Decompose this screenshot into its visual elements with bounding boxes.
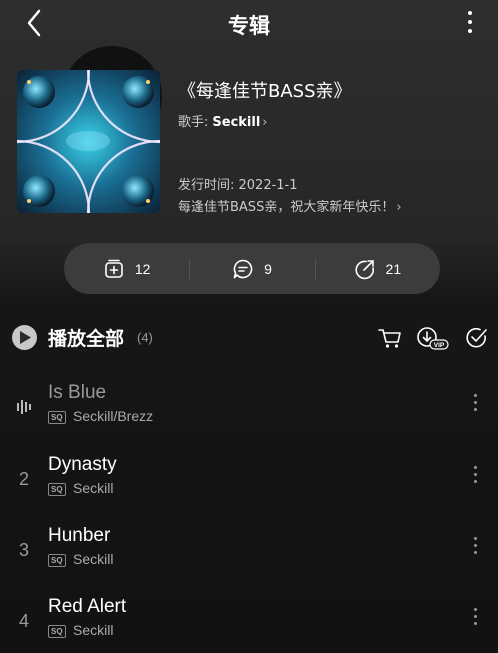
song-title: Red Alert	[48, 596, 127, 617]
cart-button[interactable]	[377, 325, 403, 351]
collect-button[interactable]: 12	[64, 243, 189, 294]
song-row[interactable]: 3 Hunber SQ Seckill	[0, 515, 498, 585]
download-button[interactable]: VIP	[416, 325, 450, 351]
song-more-button[interactable]	[472, 394, 478, 418]
more-vertical-icon	[472, 466, 478, 483]
multi-select-check-icon	[466, 327, 487, 348]
song-title: Hunber	[48, 525, 111, 546]
equalizer-icon	[12, 372, 36, 442]
share-icon	[354, 259, 374, 279]
comment-count: 9	[264, 260, 272, 277]
song-index: 2	[18, 469, 29, 489]
song-index: 4	[18, 611, 29, 631]
song-artist: Seckill	[73, 622, 114, 638]
play-all-button[interactable]	[12, 325, 37, 350]
more-options-button[interactable]	[464, 8, 476, 38]
svg-text:VIP: VIP	[434, 342, 445, 349]
artist-prefix: 歌手:	[178, 115, 209, 130]
album-description[interactable]: 每逢佳节BASS亲，祝大家新年快乐！ ›	[178, 196, 448, 215]
song-more-button[interactable]	[472, 466, 478, 490]
song-artist: Seckill	[73, 551, 114, 567]
more-vertical-icon	[472, 537, 478, 554]
song-artist: Seckill	[73, 480, 114, 496]
song-row[interactable]: 4 Red Alert SQ Seckill	[0, 586, 498, 653]
top-bar: 专辑	[0, 0, 498, 46]
multi-select-button[interactable]	[464, 325, 490, 351]
play-all-label[interactable]: 播放全部	[48, 324, 124, 351]
share-count: 21	[385, 260, 402, 277]
sq-badge: SQ	[48, 625, 66, 638]
artist-link[interactable]: Seckill	[212, 115, 260, 130]
song-row[interactable]: 2 Dynasty SQ Seckill	[0, 444, 498, 514]
song-more-button[interactable]	[472, 537, 478, 561]
song-index: 3	[18, 540, 29, 560]
album-description-text: 每逢佳节BASS亲，祝大家新年快乐！	[178, 200, 395, 215]
more-vertical-icon	[464, 11, 476, 33]
page-title: 专辑	[228, 14, 270, 38]
album-cover[interactable]	[17, 70, 160, 213]
share-button[interactable]: 21	[314, 243, 440, 294]
comment-button[interactable]: 9	[189, 243, 314, 294]
song-more-button[interactable]	[472, 608, 478, 632]
song-title: Dynasty	[48, 454, 117, 475]
release-date: 发行时间: 2022-1-1	[178, 178, 298, 193]
album-title: 《每逢佳节BASS亲》	[178, 81, 352, 102]
cart-icon	[378, 329, 401, 348]
download-vip-icon: VIP	[417, 327, 449, 350]
song-count: (4)	[137, 330, 153, 345]
more-vertical-icon	[472, 608, 478, 625]
play-icon	[20, 331, 31, 344]
chevron-right-icon: ›	[262, 115, 268, 130]
add-to-playlist-icon	[105, 259, 123, 278]
sq-badge: SQ	[48, 483, 66, 496]
sq-badge: SQ	[48, 554, 66, 567]
album-actions: 12 9 21	[64, 243, 440, 294]
song-artist: Seckill/Brezz	[73, 408, 154, 424]
more-vertical-icon	[472, 394, 478, 411]
chevron-right-icon: ›	[396, 200, 402, 215]
song-row[interactable]: Is Blue SQ Seckill/Brezz	[0, 372, 498, 442]
sq-badge: SQ	[48, 411, 66, 424]
collect-count: 12	[134, 260, 151, 277]
comment-icon	[233, 259, 253, 278]
album-artist-line[interactable]: 歌手: Seckill ›	[178, 111, 268, 130]
song-title: Is Blue	[48, 382, 107, 403]
play-all-row: 播放全部 (4) VIP	[0, 316, 498, 358]
